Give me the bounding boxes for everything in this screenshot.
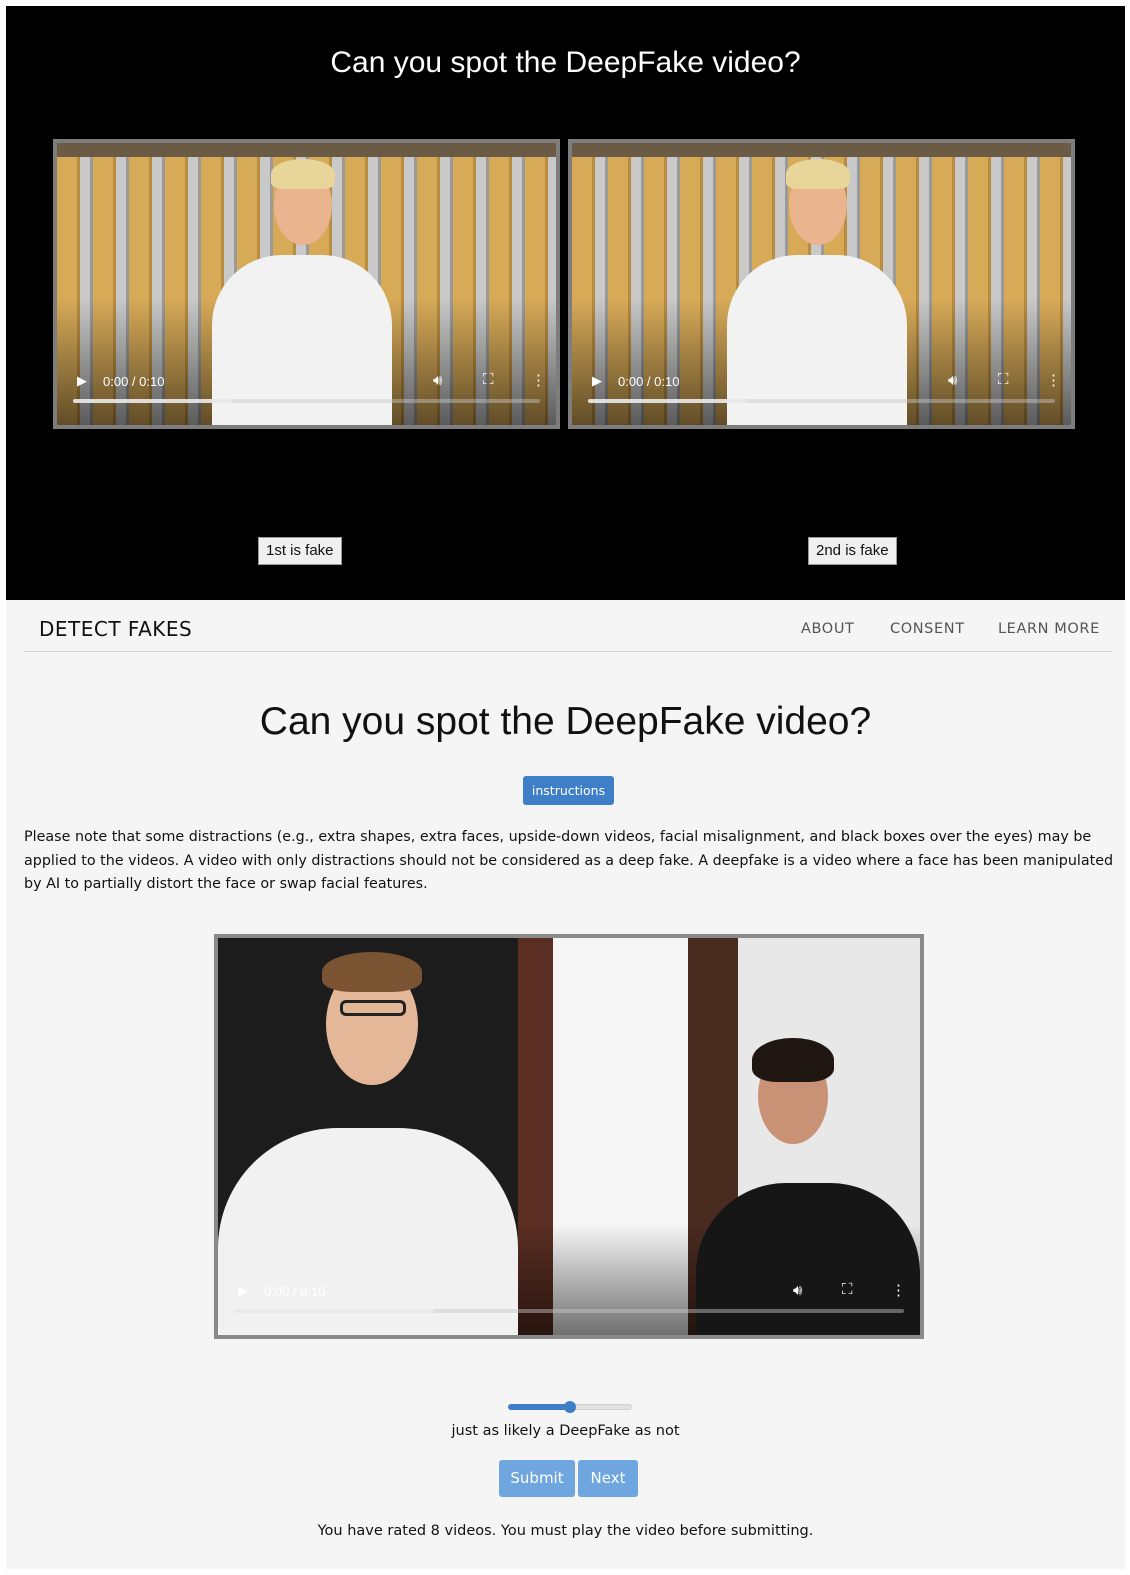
top-panel: Can you spot the DeepFake video? ▶ 0:00 … <box>6 6 1125 600</box>
person-hair <box>786 159 850 189</box>
video-time: 0:00 / 0:10 <box>618 374 680 389</box>
play-icon[interactable]: ▶ <box>238 1283 248 1299</box>
more-options-icon[interactable]: ⋮ <box>1046 371 1061 389</box>
page-title: Can you spot the DeepFake video? <box>259 700 872 743</box>
video-progress-bar[interactable] <box>234 1309 904 1313</box>
person-hair <box>271 159 335 189</box>
slider-thumb[interactable] <box>564 1401 576 1413</box>
instructions-button[interactable]: instructions <box>523 776 614 805</box>
fullscreen-icon[interactable]: ⛶ <box>842 1281 853 1298</box>
video-player-1[interactable]: ▶ 0:00 / 0:10 🔊︎ ⛶ ⋮ <box>53 139 560 429</box>
nav-link-consent[interactable]: CONSENT <box>890 621 965 637</box>
video-progress-bar[interactable] <box>588 399 1055 403</box>
brand-logo[interactable]: DETECT FAKES <box>39 617 192 641</box>
video-player-2[interactable]: ▶ 0:00 / 0:10 🔊︎ ⛶ ⋮ <box>568 139 1075 429</box>
volume-icon[interactable]: 🔊︎ <box>948 372 957 389</box>
main-video-player[interactable]: ▶ 0:00 / 0:10 🔊︎ ⛶ ⋮ <box>214 934 924 1339</box>
video-buffer-bar <box>234 1309 435 1313</box>
nav-link-learn-more[interactable]: LEARN MORE <box>998 621 1100 637</box>
play-icon[interactable]: ▶ <box>77 373 87 389</box>
woman-hair <box>752 1038 834 1082</box>
instructions-note: Please note that some distractions (e.g.… <box>24 829 1114 893</box>
play-icon[interactable]: ▶ <box>592 373 602 389</box>
first-is-fake-button[interactable]: 1st is fake <box>258 537 342 565</box>
status-message: You have rated 8 videos. You must play t… <box>317 1523 814 1539</box>
man-glasses <box>340 1000 406 1016</box>
top-title: Can you spot the DeepFake video? <box>330 46 801 79</box>
slider-label: just as likely a DeepFake as not <box>451 1423 680 1439</box>
volume-icon[interactable]: 🔊︎ <box>433 372 442 389</box>
second-is-fake-button[interactable]: 2nd is fake <box>808 537 897 565</box>
navbar: DETECT FAKES ABOUT CONSENT LEARN MORE <box>24 600 1113 652</box>
video-time: 0:00 / 0:10 <box>264 1284 326 1299</box>
man-hair <box>322 952 422 992</box>
more-options-icon[interactable]: ⋮ <box>891 1281 906 1299</box>
slider-fill <box>508 1404 570 1410</box>
fullscreen-icon[interactable]: ⛶ <box>483 371 494 388</box>
next-button[interactable]: Next <box>578 1460 638 1497</box>
likelihood-slider[interactable] <box>508 1401 632 1413</box>
submit-button[interactable]: Submit <box>499 1460 575 1497</box>
more-options-icon[interactable]: ⋮ <box>531 371 546 389</box>
fullscreen-icon[interactable]: ⛶ <box>998 371 1009 388</box>
video-controls: ▶ 0:00 / 0:10 🔊︎ ⛶ ⋮ <box>572 365 1071 425</box>
video-controls: ▶ 0:00 / 0:10 🔊︎ ⛶ ⋮ <box>218 1275 920 1335</box>
video-progress-bar[interactable] <box>73 399 540 403</box>
volume-icon[interactable]: 🔊︎ <box>793 1282 802 1299</box>
video-buffer-bar <box>73 399 232 403</box>
bottom-panel: DETECT FAKES ABOUT CONSENT LEARN MORE Ca… <box>6 600 1125 1569</box>
nav-link-about[interactable]: ABOUT <box>801 621 855 637</box>
video-buffer-bar <box>588 399 747 403</box>
video-controls: ▶ 0:00 / 0:10 🔊︎ ⛶ ⋮ <box>57 365 556 425</box>
video-time: 0:00 / 0:10 <box>103 374 165 389</box>
